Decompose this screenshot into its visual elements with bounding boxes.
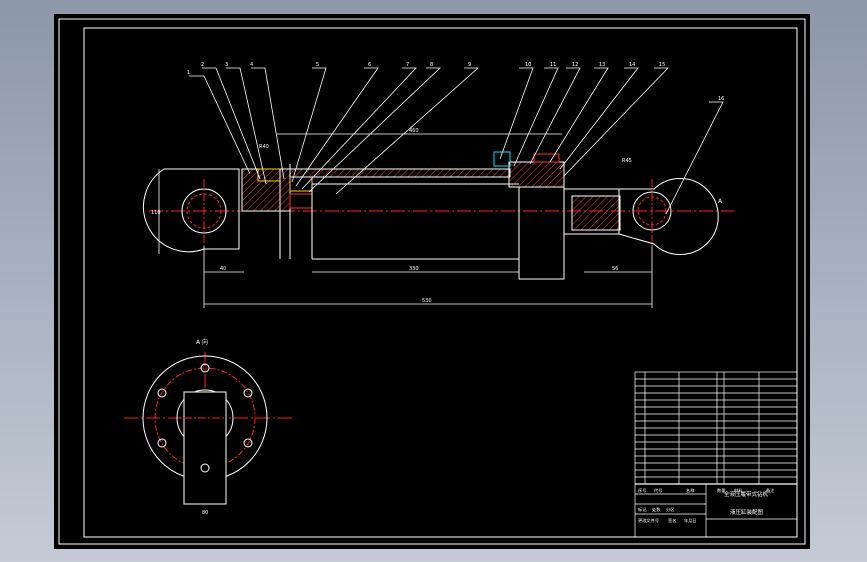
- title-block: [634, 371, 798, 538]
- balloon-5: 5: [316, 62, 319, 68]
- parts-list-rows: [635, 378, 797, 478]
- sign-change: 更改文件号: [638, 517, 659, 524]
- left-end-cap-hatch: [241, 168, 281, 212]
- dim-right-angle: R45: [622, 158, 632, 164]
- leader-4: [251, 67, 285, 180]
- balloon-14: 14: [629, 62, 635, 68]
- drawing-sheet: 460 40 330 56 530 110 R40 R45 A 1 2 3 4 …: [54, 14, 810, 549]
- gland-hatch: [508, 161, 565, 188]
- section-label: A: [718, 198, 723, 205]
- balloon-15: 15: [659, 62, 665, 68]
- balloon-7: 7: [406, 62, 409, 68]
- balloon-4: 4: [250, 62, 253, 68]
- leader-15: [563, 67, 669, 177]
- piston-seal-2: [289, 193, 313, 209]
- balloon-11: 11: [550, 62, 556, 68]
- sign-count: 处数: [652, 506, 661, 513]
- rod-end-block: [518, 186, 565, 280]
- leader-3: [226, 67, 267, 185]
- bolt-hole-5: [157, 438, 167, 448]
- assembly-drawing: 460 40 330 56 530 110 R40 R45 A 1 2 3 4 …: [58, 18, 806, 545]
- leader-11: [513, 67, 559, 167]
- rod-end-thread-hatch: [571, 195, 621, 231]
- dim-right-end-width: 56: [612, 266, 618, 272]
- dim-bottom-view-width: 80: [202, 510, 208, 516]
- sign-mark: 标记: [638, 506, 647, 513]
- balloon-13: 13: [599, 62, 605, 68]
- title-block-frame: [634, 371, 798, 538]
- balloon-6: 6: [368, 62, 371, 68]
- balloon-8: 8: [430, 62, 433, 68]
- leader-10: [499, 67, 534, 160]
- balloon-9: 9: [468, 62, 471, 68]
- flange-hatch: [279, 168, 291, 212]
- cylinder-main-view: [142, 151, 734, 280]
- balloon-12: 12: [572, 62, 578, 68]
- dim-overall-length: 530: [422, 298, 432, 304]
- outer-frame: [58, 18, 806, 545]
- dim-rod-length: 330: [409, 266, 419, 272]
- dim-left-angle: R40: [259, 144, 269, 150]
- dim-top-length: 460: [409, 128, 419, 134]
- barrel-wall-hatch: [289, 168, 511, 178]
- project-name: 全液压履带式钻机: [724, 490, 769, 498]
- leader-13: [549, 67, 609, 163]
- balloon-10: 10: [525, 62, 531, 68]
- sign-signature: 签名: [668, 517, 676, 524]
- drawing-name: 液压缸装配图: [730, 508, 764, 516]
- a-view-label: A 向: [196, 338, 208, 346]
- header-code: 代号: [654, 487, 662, 494]
- header-seq: 序号: [638, 487, 646, 494]
- balloon-3: 3: [225, 62, 228, 68]
- balloon-16: 16: [718, 96, 724, 102]
- balloon-1: 1: [187, 70, 190, 76]
- clevis-plate: [183, 391, 227, 505]
- leader-2: [202, 67, 261, 180]
- leader-16: [665, 101, 724, 215]
- leader-1: [189, 75, 251, 175]
- dim-left-end-width: 40: [220, 266, 226, 272]
- leader-5: [291, 67, 327, 183]
- dim-bore-height: 110: [151, 210, 161, 216]
- sign-date: 年月日: [684, 517, 697, 524]
- bolt-hole-2: [243, 388, 253, 398]
- header-name: 名称: [686, 487, 694, 494]
- leader-12: [529, 67, 581, 165]
- gland-bolt: [533, 153, 560, 163]
- balloon-2: 2: [201, 62, 204, 68]
- a-view: [124, 352, 294, 505]
- sign-zone: 分区: [666, 506, 674, 513]
